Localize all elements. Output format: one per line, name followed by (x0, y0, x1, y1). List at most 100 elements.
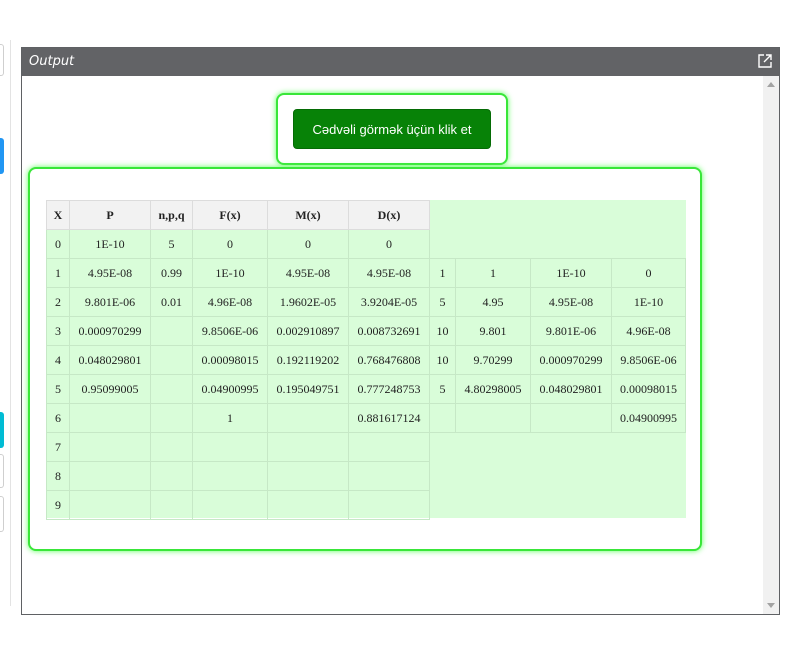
distribution-table: X P n,p,q F(x) M(x) D(x) 0 1E-10 5 0 0 0 1 4.95… (46, 200, 686, 520)
table-cell: 0 (46, 229, 70, 259)
table-cell (612, 491, 686, 520)
table-cell: 3 (46, 316, 70, 346)
table-cell: 2 (46, 287, 70, 317)
table-row: 1 4.95E-08 0.99 1E-10 4.95E-08 4.95E-08 1 1 1E-1… (46, 258, 686, 288)
table-cell: 10 (429, 316, 456, 346)
table-cell: 4.96E-08 (192, 287, 268, 317)
table-cell: 4.95E-08 (267, 258, 349, 288)
table-row: 7 (46, 432, 686, 462)
table-cell: 1E-10 (192, 258, 268, 288)
vertical-scrollbar[interactable] (763, 76, 779, 614)
table-cell: 1 (429, 258, 456, 288)
button-container: Cədvəli görmək üçün klik et (276, 93, 508, 165)
table-cell (430, 462, 456, 491)
table-cell (192, 490, 268, 520)
table-cell: 0.768476808 (348, 345, 430, 375)
table-cell (531, 462, 612, 491)
table-cell: 5 (46, 374, 70, 404)
sidebar-fragment (0, 44, 4, 76)
table-cell: 7 (46, 432, 70, 462)
table-cell: 4.95E-08 (348, 258, 430, 288)
table-cell: 5 (429, 374, 456, 404)
table-cell (612, 230, 686, 259)
table-cell: 0.048029801 (69, 345, 151, 375)
sidebar-fragment (0, 454, 4, 488)
table-cell (612, 433, 686, 462)
table-cell: 0 (192, 229, 268, 259)
table-row: 2 9.801E-06 0.01 4.96E-08 1.9602E-05 3.9204E-… (46, 287, 686, 317)
table-cell (430, 491, 456, 520)
table-cell: 1 (46, 258, 70, 288)
table-cell (69, 403, 151, 433)
table-cell: 4.95 (455, 287, 531, 317)
table-cell: 0.881617124 (348, 403, 430, 433)
table-row: 0 1E-10 5 0 0 0 (46, 229, 686, 259)
table-cell: 4.80298005 (455, 374, 531, 404)
table-cell: 0.04900995 (192, 374, 268, 404)
table-cell (150, 374, 193, 404)
table-cell: 5 (429, 287, 456, 317)
scroll-up-icon[interactable] (767, 82, 775, 87)
output-panel: Output Cədvəli görmək üçün klik et X P n… (21, 47, 780, 615)
table-cell: 4.95E-08 (69, 258, 151, 288)
table-cell: 9.801E-06 (530, 316, 612, 346)
sidebar-fragment-cyan (0, 412, 4, 448)
table-cell (456, 230, 531, 259)
header-p: P (69, 200, 151, 230)
table-cell: 0.95099005 (69, 374, 151, 404)
table-cell: 6 (46, 403, 70, 433)
table-cell: 0.01 (150, 287, 193, 317)
table-cell (267, 490, 349, 520)
scroll-down-icon[interactable] (767, 603, 775, 608)
table-cell (456, 462, 531, 491)
table-cell: 0.048029801 (530, 374, 612, 404)
table-cell (430, 230, 456, 259)
table-cell (69, 432, 151, 462)
table-cell (267, 461, 349, 491)
table-cell: 9.70299 (455, 345, 531, 375)
table-cell: 0.00098015 (611, 374, 686, 404)
table-row: 4 0.048029801 0.00098015 0.192119202 0.76847… (46, 345, 686, 375)
table-cell: 9 (46, 490, 70, 520)
table-cell: 0.00098015 (192, 345, 268, 375)
table-container: X P n,p,q F(x) M(x) D(x) 0 1E-10 5 0 0 0 1 4.95… (28, 167, 702, 551)
table-cell (456, 433, 531, 462)
table-cell: 0.99 (150, 258, 193, 288)
table-cell (348, 432, 430, 462)
table-cell: 4.95E-08 (530, 287, 612, 317)
left-sidebar-edge (0, 40, 11, 606)
panel-body: Cədvəli görmək üçün klik et X P n,p,q F(… (22, 76, 779, 614)
table-cell (430, 433, 456, 462)
table-cell (530, 403, 612, 433)
table-cell (150, 490, 193, 520)
table-cell: 1E-10 (530, 258, 612, 288)
table-cell (69, 490, 151, 520)
table-cell: 5 (150, 229, 193, 259)
table-cell (150, 316, 193, 346)
table-cell (150, 403, 193, 433)
table-cell: 4 (46, 345, 70, 375)
expand-icon[interactable] (757, 53, 773, 69)
table-cell: 9.801 (455, 316, 531, 346)
table-header-row: X P n,p,q F(x) M(x) D(x) (46, 200, 686, 230)
header-npq: n,p,q (150, 200, 193, 230)
table-cell (150, 345, 193, 375)
table-cell (531, 230, 612, 259)
table-cell (348, 461, 430, 491)
table-cell (150, 461, 193, 491)
table-row: 6 1 0.881617124 0.04900995 (46, 403, 686, 433)
table-cell (531, 491, 612, 520)
table-cell: 9.8506E-06 (192, 316, 268, 346)
table-row: 5 0.95099005 0.04900995 0.195049751 0.777248… (46, 374, 686, 404)
header-fx: F(x) (192, 200, 268, 230)
table-cell: 1.9602E-05 (267, 287, 349, 317)
table-cell (192, 461, 268, 491)
header-spacer (430, 201, 686, 230)
table-cell: 0.04900995 (611, 403, 686, 433)
table-cell (348, 490, 430, 520)
table-row: 9 (46, 490, 686, 520)
table-cell (267, 432, 349, 462)
show-table-button[interactable]: Cədvəli görmək üçün klik et (293, 109, 491, 149)
table-row: 8 (46, 461, 686, 491)
panel-title: Output (29, 54, 75, 69)
